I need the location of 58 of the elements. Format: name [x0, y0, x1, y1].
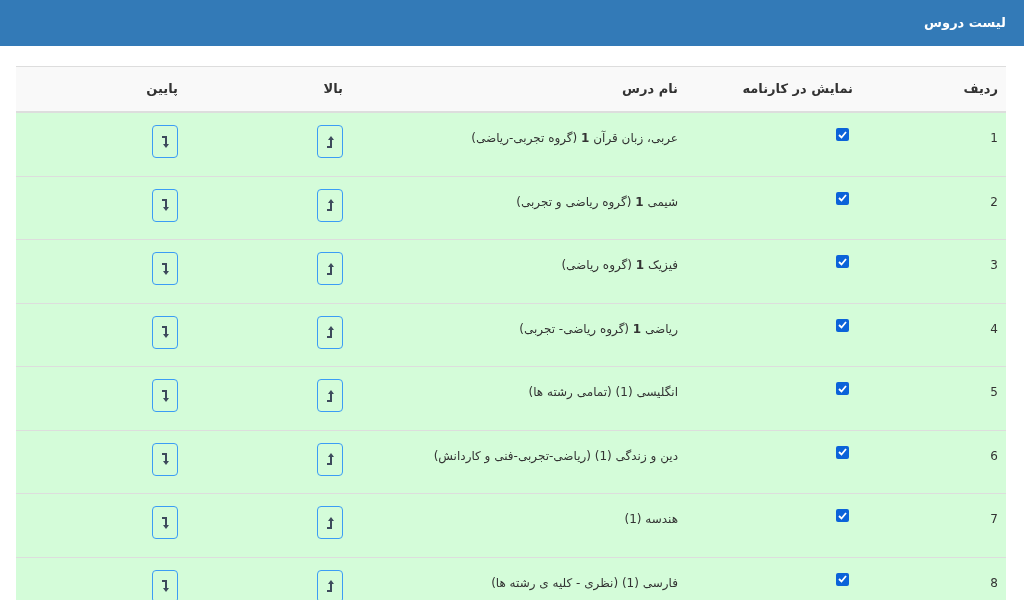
up-arrow-icon — [326, 199, 334, 211]
move-up-button[interactable] — [317, 188, 343, 222]
row-number: 1 — [990, 131, 998, 145]
up-arrow-icon — [326, 262, 334, 275]
down-arrow-icon — [161, 326, 169, 338]
course-name: هندسه (1) — [624, 512, 678, 526]
down-arrow-icon — [161, 135, 169, 148]
move-down-button[interactable] — [152, 379, 178, 412]
checkbox[interactable] — [836, 255, 849, 268]
move-up-button[interactable] — [317, 252, 343, 285]
move-up-button[interactable] — [317, 315, 343, 349]
checkbox[interactable] — [836, 128, 849, 141]
course-name: انگلیسی (1) (تمامی رشته ها) — [528, 385, 678, 399]
move-down-button[interactable] — [152, 188, 178, 222]
move-down-button[interactable] — [152, 252, 178, 285]
course-name: دین و زندگی (1) (ریاضی-تجربی-فنی و کاردانش) — [433, 448, 678, 463]
down-arrow-icon — [161, 262, 169, 275]
column-header: نام درس — [622, 80, 678, 99]
move-down-button[interactable] — [152, 506, 178, 539]
move-down-button[interactable] — [152, 569, 178, 600]
column-header: ردیف — [963, 80, 998, 99]
checkbox[interactable] — [836, 445, 849, 459]
down-arrow-icon — [161, 516, 169, 529]
course-name: فارسی (1) (نظری - کلیه ی رشته ها) — [491, 575, 678, 590]
up-arrow-icon — [326, 135, 334, 148]
move-up-button[interactable] — [317, 379, 343, 412]
up-arrow-icon — [326, 580, 334, 592]
move-up-button[interactable] — [317, 569, 343, 600]
row-number: 7 — [990, 512, 998, 526]
up-arrow-icon — [326, 516, 334, 529]
up-arrow-icon — [326, 453, 334, 465]
move-up-button[interactable] — [317, 442, 343, 476]
move-down-button[interactable] — [152, 125, 178, 158]
move-up-button[interactable] — [317, 125, 343, 158]
row-number: 4 — [990, 321, 998, 336]
row-number: 8 — [990, 575, 998, 590]
move-down-button[interactable] — [152, 315, 178, 349]
down-arrow-icon — [161, 453, 169, 465]
down-arrow-icon — [161, 389, 169, 402]
checkbox[interactable] — [836, 318, 849, 332]
row-number: 2 — [990, 194, 998, 209]
move-up-button[interactable] — [317, 506, 343, 539]
move-down-button[interactable] — [152, 442, 178, 476]
row-number: 5 — [990, 385, 998, 399]
down-arrow-icon — [161, 580, 169, 592]
checkbox[interactable] — [836, 509, 849, 522]
column-header: نمایش در کارنامه — [742, 80, 853, 99]
checkbox[interactable] — [836, 382, 849, 395]
up-arrow-icon — [326, 389, 334, 402]
column-header: پایین — [146, 80, 178, 99]
column-header: بالا — [323, 80, 343, 99]
up-arrow-icon — [326, 326, 334, 338]
down-arrow-icon — [161, 199, 169, 211]
row-number: 6 — [990, 448, 998, 463]
page-title: لیست دروس — [924, 14, 1006, 33]
row-number: 3 — [990, 258, 998, 272]
checkbox[interactable] — [836, 191, 849, 205]
checkbox[interactable] — [836, 572, 849, 586]
